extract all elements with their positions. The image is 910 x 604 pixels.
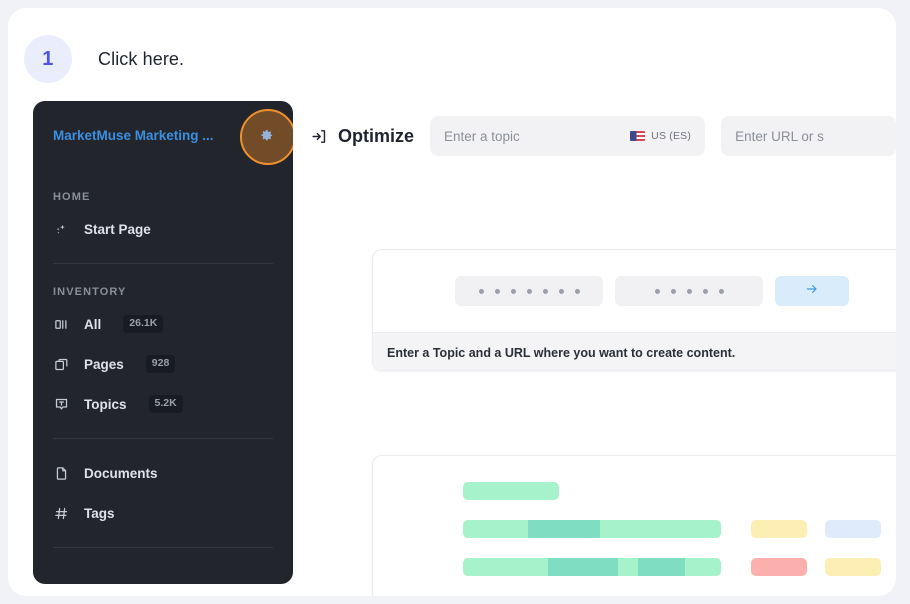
step-number-badge: 1 <box>24 35 72 83</box>
document-icon <box>53 465 70 482</box>
sparkles-icon <box>53 221 70 238</box>
sidebar-item-start-page[interactable]: Start Page <box>33 209 293 249</box>
gear-icon[interactable] <box>240 109 293 165</box>
skeleton-bar <box>463 558 721 576</box>
skeleton-bar-segment <box>527 520 600 538</box>
skeleton-input-row <box>373 250 896 332</box>
sidebar-item-all[interactable]: All 26.1K <box>33 304 293 344</box>
card-note: Enter a Topic and a URL where you want t… <box>373 332 896 370</box>
skeleton-chip <box>751 558 807 576</box>
url-input[interactable]: Enter URL or s <box>721 116 896 156</box>
skeleton-bar-segment <box>463 558 549 576</box>
enter-arrow-icon <box>311 128 328 145</box>
skeleton-chip-group <box>751 520 881 538</box>
skeleton-bar-row <box>463 514 896 544</box>
skeleton-dot <box>478 288 484 294</box>
locale-label: US (ES) <box>651 130 692 142</box>
skeleton-dot <box>670 288 676 294</box>
coachmark-banner: 1 Click here. <box>24 26 184 92</box>
skeleton-chip <box>825 520 881 538</box>
skeleton-chip <box>751 520 807 538</box>
skeleton-dot <box>654 288 660 294</box>
sidebar-item-label: Tags <box>84 505 115 521</box>
url-input-placeholder: Enter URL or s <box>735 128 824 144</box>
topics-icon <box>53 396 70 413</box>
skeleton-bar-segment <box>638 558 685 576</box>
skeleton-dot <box>718 288 724 294</box>
skeleton-bar-segment <box>684 558 721 576</box>
topic-input-placeholder: Enter a topic <box>444 128 520 144</box>
skeleton-dot <box>542 288 548 294</box>
page-title: Optimize <box>338 125 415 146</box>
sidebar-item-count: 26.1K <box>123 315 164 333</box>
app-window: 1 Click here. MarketMuse Marketing ... H… <box>8 8 896 596</box>
skeleton-dot <box>686 288 692 294</box>
skeleton-dot <box>574 288 580 294</box>
skeleton-bar-segment <box>463 482 559 500</box>
skeleton-bar-segment <box>548 558 618 576</box>
sidebar: MarketMuse Marketing ... HOME Start Page <box>33 101 293 584</box>
sidebar-item-tags[interactable]: Tags <box>33 493 293 533</box>
sidebar-item-label: Documents <box>84 465 158 481</box>
skeleton-bar <box>463 482 559 500</box>
sidebar-item-label: Start Page <box>84 221 151 237</box>
skeleton-bar-segment <box>617 558 639 576</box>
sidebar-item-pages[interactable]: Pages 928 <box>33 344 293 384</box>
skeleton-chip <box>825 558 881 576</box>
sidebar-item-topics[interactable]: Topics 5.2K <box>33 384 293 424</box>
skeleton-dot <box>558 288 564 294</box>
arrow-right-icon <box>803 282 821 301</box>
skeleton-dot <box>494 288 500 294</box>
skeleton-bar-segment <box>599 520 721 538</box>
skeleton-dot <box>510 288 516 294</box>
skeleton-bar-row <box>463 552 896 582</box>
skeleton-bar-row <box>463 476 896 506</box>
sidebar-divider <box>53 438 273 439</box>
sidebar-item-label: Pages <box>84 356 124 372</box>
sidebar-item-documents[interactable]: Documents <box>33 453 293 493</box>
sidebar-item-label: All <box>84 316 102 332</box>
sidebar-section-home: HOME <box>53 191 91 203</box>
sidebar-item-count: 928 <box>145 355 176 373</box>
optimize-toolbar: Optimize Enter a topic US (ES) Enter URL… <box>293 101 896 171</box>
coachmark-text: Click here. <box>98 48 185 69</box>
sidebar-divider <box>53 547 273 548</box>
copy-pages-icon <box>53 356 70 373</box>
skeleton-url-field <box>615 276 763 306</box>
skeleton-topic-field <box>455 276 603 306</box>
bar-chart-icon <box>53 316 70 333</box>
sidebar-header: MarketMuse Marketing ... <box>33 101 293 169</box>
skeleton-bars <box>373 456 896 596</box>
skeleton-bar-segment <box>463 520 528 538</box>
main-content: Optimize Enter a topic US (ES) Enter URL… <box>293 101 896 596</box>
hash-tag-icon <box>53 505 70 522</box>
locale-selector[interactable]: US (ES) <box>630 130 691 142</box>
us-flag-icon <box>630 131 646 141</box>
topic-input[interactable]: Enter a topic US (ES) <box>430 116 706 156</box>
skeleton-bar-row <box>463 590 896 596</box>
skeleton-chip-group <box>751 558 881 576</box>
sidebar-section-inventory: INVENTORY <box>53 286 127 298</box>
sidebar-item-count: 5.2K <box>148 395 183 413</box>
skeleton-dot <box>702 288 708 294</box>
sidebar-item-label: Topics <box>84 396 127 412</box>
sidebar-divider <box>53 263 273 264</box>
onboarding-card: Enter a Topic and a URL where you want t… <box>372 249 896 371</box>
results-skeleton-card <box>372 455 896 596</box>
skeleton-dot <box>526 288 532 294</box>
workspace-title[interactable]: MarketMuse Marketing ... <box>53 128 245 143</box>
skeleton-bar <box>463 520 721 538</box>
submit-button[interactable] <box>775 276 849 306</box>
